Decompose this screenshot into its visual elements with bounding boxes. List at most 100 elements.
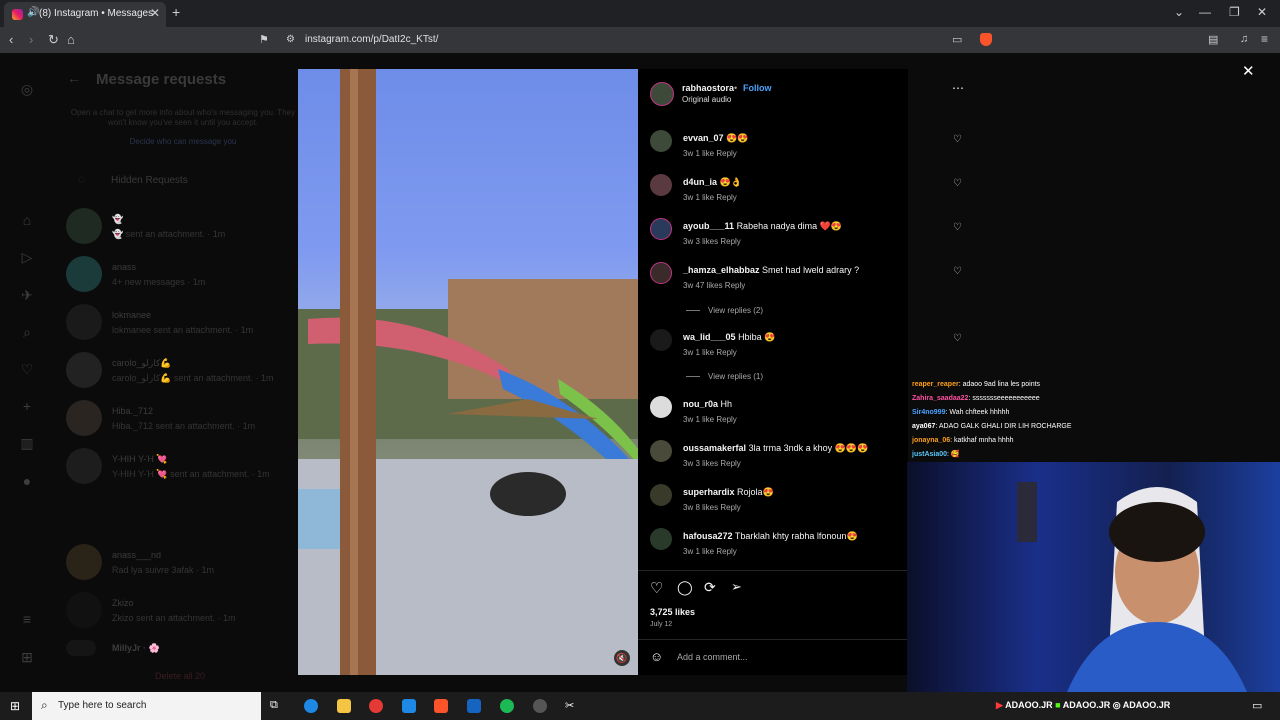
commenter-name[interactable]: nou_r0a bbox=[683, 399, 718, 409]
dashboard-nav-icon[interactable]: ▥ bbox=[19, 435, 35, 451]
outlook-icon[interactable] bbox=[467, 699, 481, 713]
more-options-icon[interactable]: ⋯ bbox=[952, 81, 964, 95]
request-item[interactable]: Y-ΗΙΗ Y-Ή 💘 Y-ΗΙΗ Y-Ή 💘 sent an attachme… bbox=[66, 448, 296, 488]
commenter-name[interactable]: evvan_07 bbox=[683, 133, 724, 143]
commenter-avatar[interactable] bbox=[650, 484, 672, 506]
follow-button[interactable]: Follow bbox=[743, 83, 772, 93]
commenter-name[interactable]: wa_lid___05 bbox=[683, 332, 736, 342]
comment-like-icon[interactable]: ♡ bbox=[953, 134, 962, 145]
comment-meta[interactable]: 3w 3 likes Reply bbox=[683, 459, 741, 468]
view-replies-link[interactable]: View replies (2) bbox=[686, 306, 763, 315]
taskbar-search-input[interactable]: Type here to search bbox=[58, 700, 146, 711]
commenter-avatar[interactable] bbox=[650, 174, 672, 196]
notification-icon[interactable]: ▭ bbox=[1252, 699, 1262, 712]
repost-icon[interactable]: ⟳ bbox=[704, 579, 716, 596]
mute-icon[interactable]: 🔇 bbox=[614, 650, 630, 666]
brave-taskbar-icon[interactable] bbox=[434, 699, 448, 713]
more-nav-icon[interactable]: ≡ bbox=[19, 611, 35, 627]
windows-start-icon[interactable]: ⊞ bbox=[10, 699, 20, 713]
bookmark-icon[interactable]: ⚑ bbox=[259, 33, 269, 46]
create-nav-icon[interactable]: + bbox=[19, 398, 35, 414]
comment-meta[interactable]: 3w 1 like Reply bbox=[683, 348, 737, 357]
task-view-icon[interactable]: ⧉ bbox=[270, 699, 284, 713]
reload-icon[interactable]: ↻ bbox=[48, 32, 59, 48]
comment-meta[interactable]: 3w 1 like Reply bbox=[683, 193, 737, 202]
comment-icon[interactable]: ◯ bbox=[677, 579, 693, 596]
commenter-avatar[interactable] bbox=[650, 440, 672, 462]
commenter-name[interactable]: ayoub___11 bbox=[683, 221, 734, 231]
taskbar-search[interactable]: ⌕ Type here to search bbox=[32, 692, 261, 720]
add-comment-input[interactable]: Add a comment... bbox=[677, 652, 748, 662]
comment-like-icon[interactable]: ♡ bbox=[953, 266, 962, 277]
comment-meta[interactable]: 3w 1 like Reply bbox=[683, 547, 737, 556]
emoji-icon[interactable]: ☺ bbox=[650, 649, 663, 664]
close-tab-icon[interactable]: ✕ bbox=[150, 6, 160, 20]
tab-search-icon[interactable]: ⌄ bbox=[1174, 5, 1184, 19]
messages-nav-icon[interactable]: ✈ bbox=[19, 287, 35, 303]
home-nav-icon[interactable]: ⌂ bbox=[19, 212, 35, 228]
spotify-icon[interactable] bbox=[500, 699, 514, 713]
comment-meta[interactable]: 3w 1 like Reply bbox=[683, 149, 737, 158]
menu-icon[interactable]: ≡ bbox=[1261, 32, 1268, 46]
request-item[interactable]: carolo_كارلو💪 carolo_كارلو💪 sent an atta… bbox=[66, 352, 296, 392]
cast-icon[interactable]: ▭ bbox=[952, 33, 962, 46]
comment-meta[interactable]: 3w 3 likes Reply bbox=[683, 237, 741, 246]
restore-icon[interactable]: ❐ bbox=[1229, 5, 1240, 19]
chrome-icon[interactable] bbox=[369, 699, 383, 713]
comment-meta[interactable]: 3w 8 likes Reply bbox=[683, 503, 741, 512]
speaker-icon[interactable]: 🔊 bbox=[27, 7, 39, 18]
commenter-avatar[interactable] bbox=[650, 130, 672, 152]
close-modal-icon[interactable]: ✕ bbox=[1242, 62, 1255, 80]
search-nav-icon[interactable]: ⌕ bbox=[19, 324, 35, 340]
comment-meta[interactable]: 3w 47 likes Reply bbox=[683, 281, 745, 290]
back-arrow-icon[interactable]: ← bbox=[67, 70, 81, 86]
site-info-icon[interactable]: ⚙ bbox=[286, 34, 295, 45]
comment-meta[interactable]: 3w 1 like Reply bbox=[683, 415, 737, 424]
share-icon[interactable]: ➢ bbox=[731, 579, 742, 595]
address-bar[interactable]: instagram.com/p/DatI2c_KTst/ bbox=[305, 34, 438, 45]
request-item[interactable]: anass 4+ new messages · 1m bbox=[66, 256, 296, 296]
profile-nav-icon[interactable]: ● bbox=[19, 473, 35, 489]
commenter-name[interactable]: superhardix bbox=[683, 487, 735, 497]
media-icon[interactable]: ♫ bbox=[1240, 33, 1248, 45]
comment-like-icon[interactable]: ♡ bbox=[953, 333, 962, 344]
edge-icon[interactable] bbox=[304, 699, 318, 713]
decide-link[interactable]: Decide who can message you bbox=[70, 137, 296, 146]
request-item[interactable]: Hiba._712 Hiba._712 sent an attachment. … bbox=[66, 400, 296, 440]
author-name[interactable]: rabhaostora bbox=[682, 83, 734, 93]
commenter-avatar[interactable] bbox=[650, 396, 672, 418]
reels-nav-icon[interactable]: ▷ bbox=[19, 249, 35, 265]
commenter-name[interactable]: hafousa272 bbox=[683, 531, 733, 541]
post-video[interactable]: 🔇 bbox=[298, 69, 638, 675]
home-icon[interactable]: ⌂ bbox=[67, 32, 75, 47]
comment-like-icon[interactable]: ♡ bbox=[953, 178, 962, 189]
file-explorer-icon[interactable] bbox=[337, 699, 351, 713]
request-item[interactable]: 👻 👻 sent an attachment. · 1m bbox=[66, 208, 296, 248]
browser-tab[interactable]: 🔊 (8) Instagram • Messages ✕ bbox=[4, 2, 166, 27]
new-tab-icon[interactable]: + bbox=[172, 4, 180, 20]
like-icon[interactable]: ♡ bbox=[650, 579, 663, 597]
instagram-logo-icon[interactable]: ◎ bbox=[19, 81, 35, 97]
minimize-icon[interactable]: — bbox=[1199, 5, 1211, 19]
audio-label[interactable]: Original audio bbox=[682, 95, 731, 104]
commenter-avatar[interactable] bbox=[650, 528, 672, 550]
request-item[interactable]: lokmanee lokmanee sent an attachment. · … bbox=[66, 304, 296, 344]
comment-like-icon[interactable]: ♡ bbox=[953, 222, 962, 233]
hidden-requests-link[interactable]: Hidden Requests bbox=[111, 175, 188, 186]
commenter-name[interactable]: d4un_ia bbox=[683, 177, 717, 187]
sidebar-icon[interactable]: ▤ bbox=[1208, 33, 1218, 46]
obs-icon[interactable] bbox=[533, 699, 547, 713]
author-avatar[interactable] bbox=[650, 82, 674, 106]
apps-nav-icon[interactable]: ⊞ bbox=[19, 649, 35, 665]
request-item[interactable]: anass___nd Rad lya suivre 3afak · 1m bbox=[66, 544, 296, 584]
brave-shield-icon[interactable] bbox=[980, 33, 992, 46]
commenter-name[interactable]: oussamakerfal bbox=[683, 443, 746, 453]
commenter-avatar[interactable] bbox=[650, 218, 672, 240]
close-window-icon[interactable]: ✕ bbox=[1257, 5, 1267, 19]
commenter-name[interactable]: _hamza_elhabbaz bbox=[683, 265, 760, 275]
commenter-avatar[interactable] bbox=[650, 262, 672, 284]
notifications-nav-icon[interactable]: ♡ bbox=[19, 361, 35, 377]
forward-icon[interactable]: › bbox=[29, 32, 33, 47]
back-icon[interactable]: ‹ bbox=[9, 32, 13, 47]
capcut-icon[interactable]: ✂ bbox=[565, 699, 579, 713]
